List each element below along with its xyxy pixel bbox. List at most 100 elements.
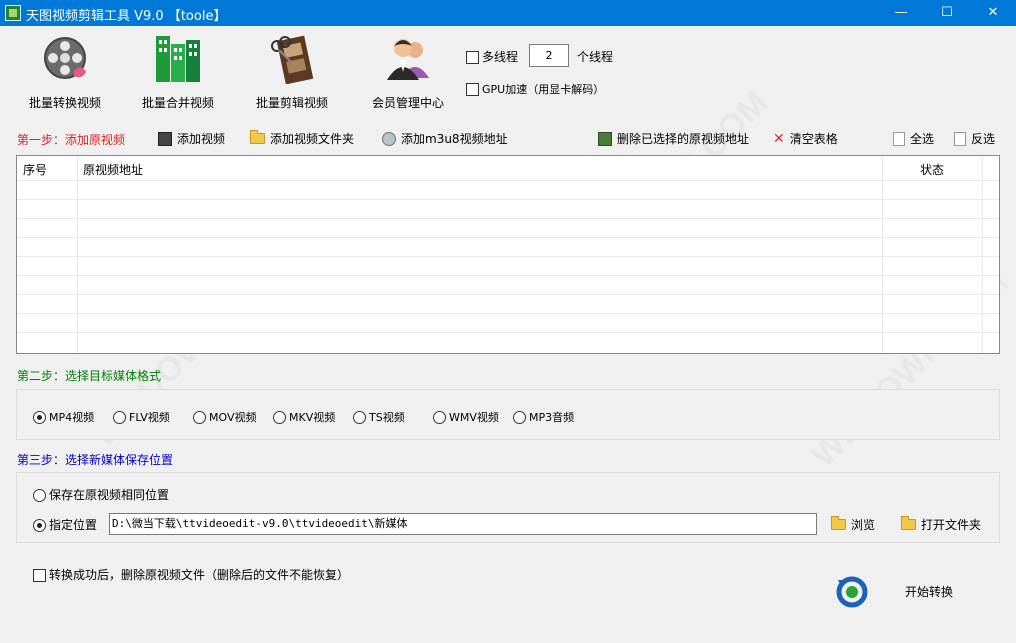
title-bar: 天图视频剪辑工具 V9.0 【toole】 — ☐ ✕ [0, 0, 1016, 26]
add-folder-button[interactable]: 添加视频文件夹 [250, 130, 354, 148]
grid-line [17, 294, 999, 295]
gpu-label: GPU加速（用显卡解码） [482, 83, 605, 96]
custom-location-label: 指定位置 [49, 518, 98, 532]
add-video-label: 添加视频 [177, 132, 226, 146]
col-path-header[interactable]: 原视频地址 [83, 161, 143, 178]
format-label: FLV视频 [129, 411, 170, 424]
format-option-ts[interactable]: TS视频 [353, 409, 405, 425]
link-icon [382, 132, 396, 146]
format-label: TS视频 [369, 411, 405, 424]
format-label: MP3音频 [529, 411, 575, 424]
format-label: MP4视频 [49, 411, 95, 424]
batch-merge-button[interactable]: 批量合并视频 [128, 34, 228, 110]
format-radio[interactable] [353, 411, 366, 424]
format-radio[interactable] [273, 411, 286, 424]
grid-line [77, 156, 78, 353]
format-option-mp3[interactable]: MP3音频 [513, 409, 574, 425]
format-label: MKV视频 [289, 411, 336, 424]
format-radio[interactable] [193, 411, 206, 424]
format-radio[interactable] [33, 411, 46, 424]
format-option-wmv[interactable]: WMV视频 [433, 409, 499, 425]
col-index-header[interactable]: 序号 [23, 161, 47, 178]
grid-line [882, 156, 883, 353]
same-location-label: 保存在原视频相同位置 [49, 488, 170, 502]
format-option-mp4[interactable]: MP4视频 [33, 409, 94, 425]
batch-clip-label: 批量剪辑视频 [255, 96, 328, 110]
grid-line [17, 332, 999, 333]
app-icon [5, 5, 21, 21]
batch-clip-button[interactable]: 批量剪辑视频 [242, 34, 342, 110]
add-folder-label: 添加视频文件夹 [270, 132, 355, 146]
start-convert-button[interactable]: 开始转换 [905, 583, 953, 600]
delete-after-checkbox[interactable] [33, 569, 46, 582]
step1-label: 第一步：添加原视频 [17, 133, 126, 147]
browse-button[interactable]: 浏览 [831, 516, 875, 533]
video-table[interactable]: 序号 原视频地址 状态 [16, 155, 1000, 354]
batch-convert-button[interactable]: 批量转换视频 [15, 34, 115, 110]
add-video-button[interactable]: 添加视频 [158, 130, 225, 148]
folder-icon [831, 516, 846, 530]
invert-select-button[interactable]: 反选 [954, 130, 995, 148]
format-option-flv[interactable]: FLV视频 [113, 409, 170, 425]
batch-merge-label: 批量合并视频 [141, 96, 214, 110]
delete-selected-label: 删除已选择的原视频地址 [617, 132, 750, 146]
col-status-header[interactable]: 状态 [920, 161, 944, 178]
grid-line [982, 156, 983, 353]
custom-location-option[interactable]: 指定位置 [33, 516, 97, 533]
thread-unit-label: 个线程 [577, 50, 614, 64]
custom-location-radio[interactable] [33, 519, 46, 532]
open-folder-label: 打开文件夹 [921, 518, 982, 532]
document-icon [954, 132, 966, 146]
batch-convert-label: 批量转换视频 [28, 96, 101, 110]
add-m3u8-button[interactable]: 添加m3u8视频地址 [382, 130, 508, 148]
gpu-option[interactable]: GPU加速（用显卡解码） [466, 81, 604, 97]
table-header: 序号 原视频地址 状态 [17, 156, 999, 180]
maximize-button[interactable]: ☐ [924, 0, 970, 26]
building-icon [156, 36, 200, 82]
delete-after-label: 转换成功后，删除原视频文件（删除后的文件不能恢复） [49, 568, 350, 582]
add-m3u8-label: 添加m3u8视频地址 [401, 132, 508, 146]
format-option-mov[interactable]: MOV视频 [193, 409, 256, 425]
refresh-icon[interactable] [834, 574, 870, 610]
step2-label: 第二步：选择目标媒体格式 [17, 369, 162, 383]
format-radio[interactable] [433, 411, 446, 424]
film-scissors-icon [271, 35, 314, 84]
grid-line [17, 313, 999, 314]
delete-after-option[interactable]: 转换成功后，删除原视频文件（删除后的文件不能恢复） [33, 566, 349, 583]
delete-selected-button[interactable]: 删除已选择的原视频地址 [598, 130, 749, 148]
gpu-checkbox[interactable] [466, 83, 479, 96]
thread-count-input[interactable]: 2 [529, 44, 569, 67]
close-button[interactable]: ✕ [970, 0, 1016, 26]
grid-line [17, 256, 999, 257]
clear-table-label: 清空表格 [789, 132, 838, 146]
member-center-label: 会员管理中心 [371, 96, 444, 110]
open-folder-button[interactable]: 打开文件夹 [901, 516, 981, 533]
multithread-label: 多线程 [482, 50, 519, 64]
grid-line [17, 275, 999, 276]
window-title: 天图视频剪辑工具 V9.0 【toole】 [26, 9, 227, 24]
clear-table-button[interactable]: ✕ 清空表格 [773, 130, 838, 148]
grid-line [17, 237, 999, 238]
select-all-label: 全选 [910, 132, 935, 146]
format-radio[interactable] [113, 411, 126, 424]
invert-select-label: 反选 [971, 132, 996, 146]
multithread-option[interactable]: 多线程 [466, 48, 518, 65]
folder-add-icon [250, 130, 265, 144]
browse-label: 浏览 [851, 518, 876, 532]
x-icon: ✕ [773, 131, 785, 147]
format-option-mkv[interactable]: MKV视频 [273, 409, 335, 425]
save-path-input[interactable]: D:\微当下载\ttvideoedit-v9.0\ttvideoedit\新媒体 [109, 513, 817, 535]
film-reel-icon [44, 37, 86, 79]
format-radio[interactable] [513, 411, 526, 424]
member-center-button[interactable]: 会员管理中心 [358, 34, 458, 110]
folder-open-icon [901, 516, 916, 530]
same-location-option[interactable]: 保存在原视频相同位置 [33, 486, 169, 503]
film-icon [158, 132, 172, 146]
minimize-button[interactable]: — [878, 0, 924, 26]
same-location-radio[interactable] [33, 489, 46, 502]
multithread-checkbox[interactable] [466, 51, 479, 64]
document-icon [893, 132, 905, 146]
select-all-button[interactable]: 全选 [893, 130, 934, 148]
format-label: MOV视频 [209, 411, 257, 424]
users-icon [387, 39, 429, 80]
